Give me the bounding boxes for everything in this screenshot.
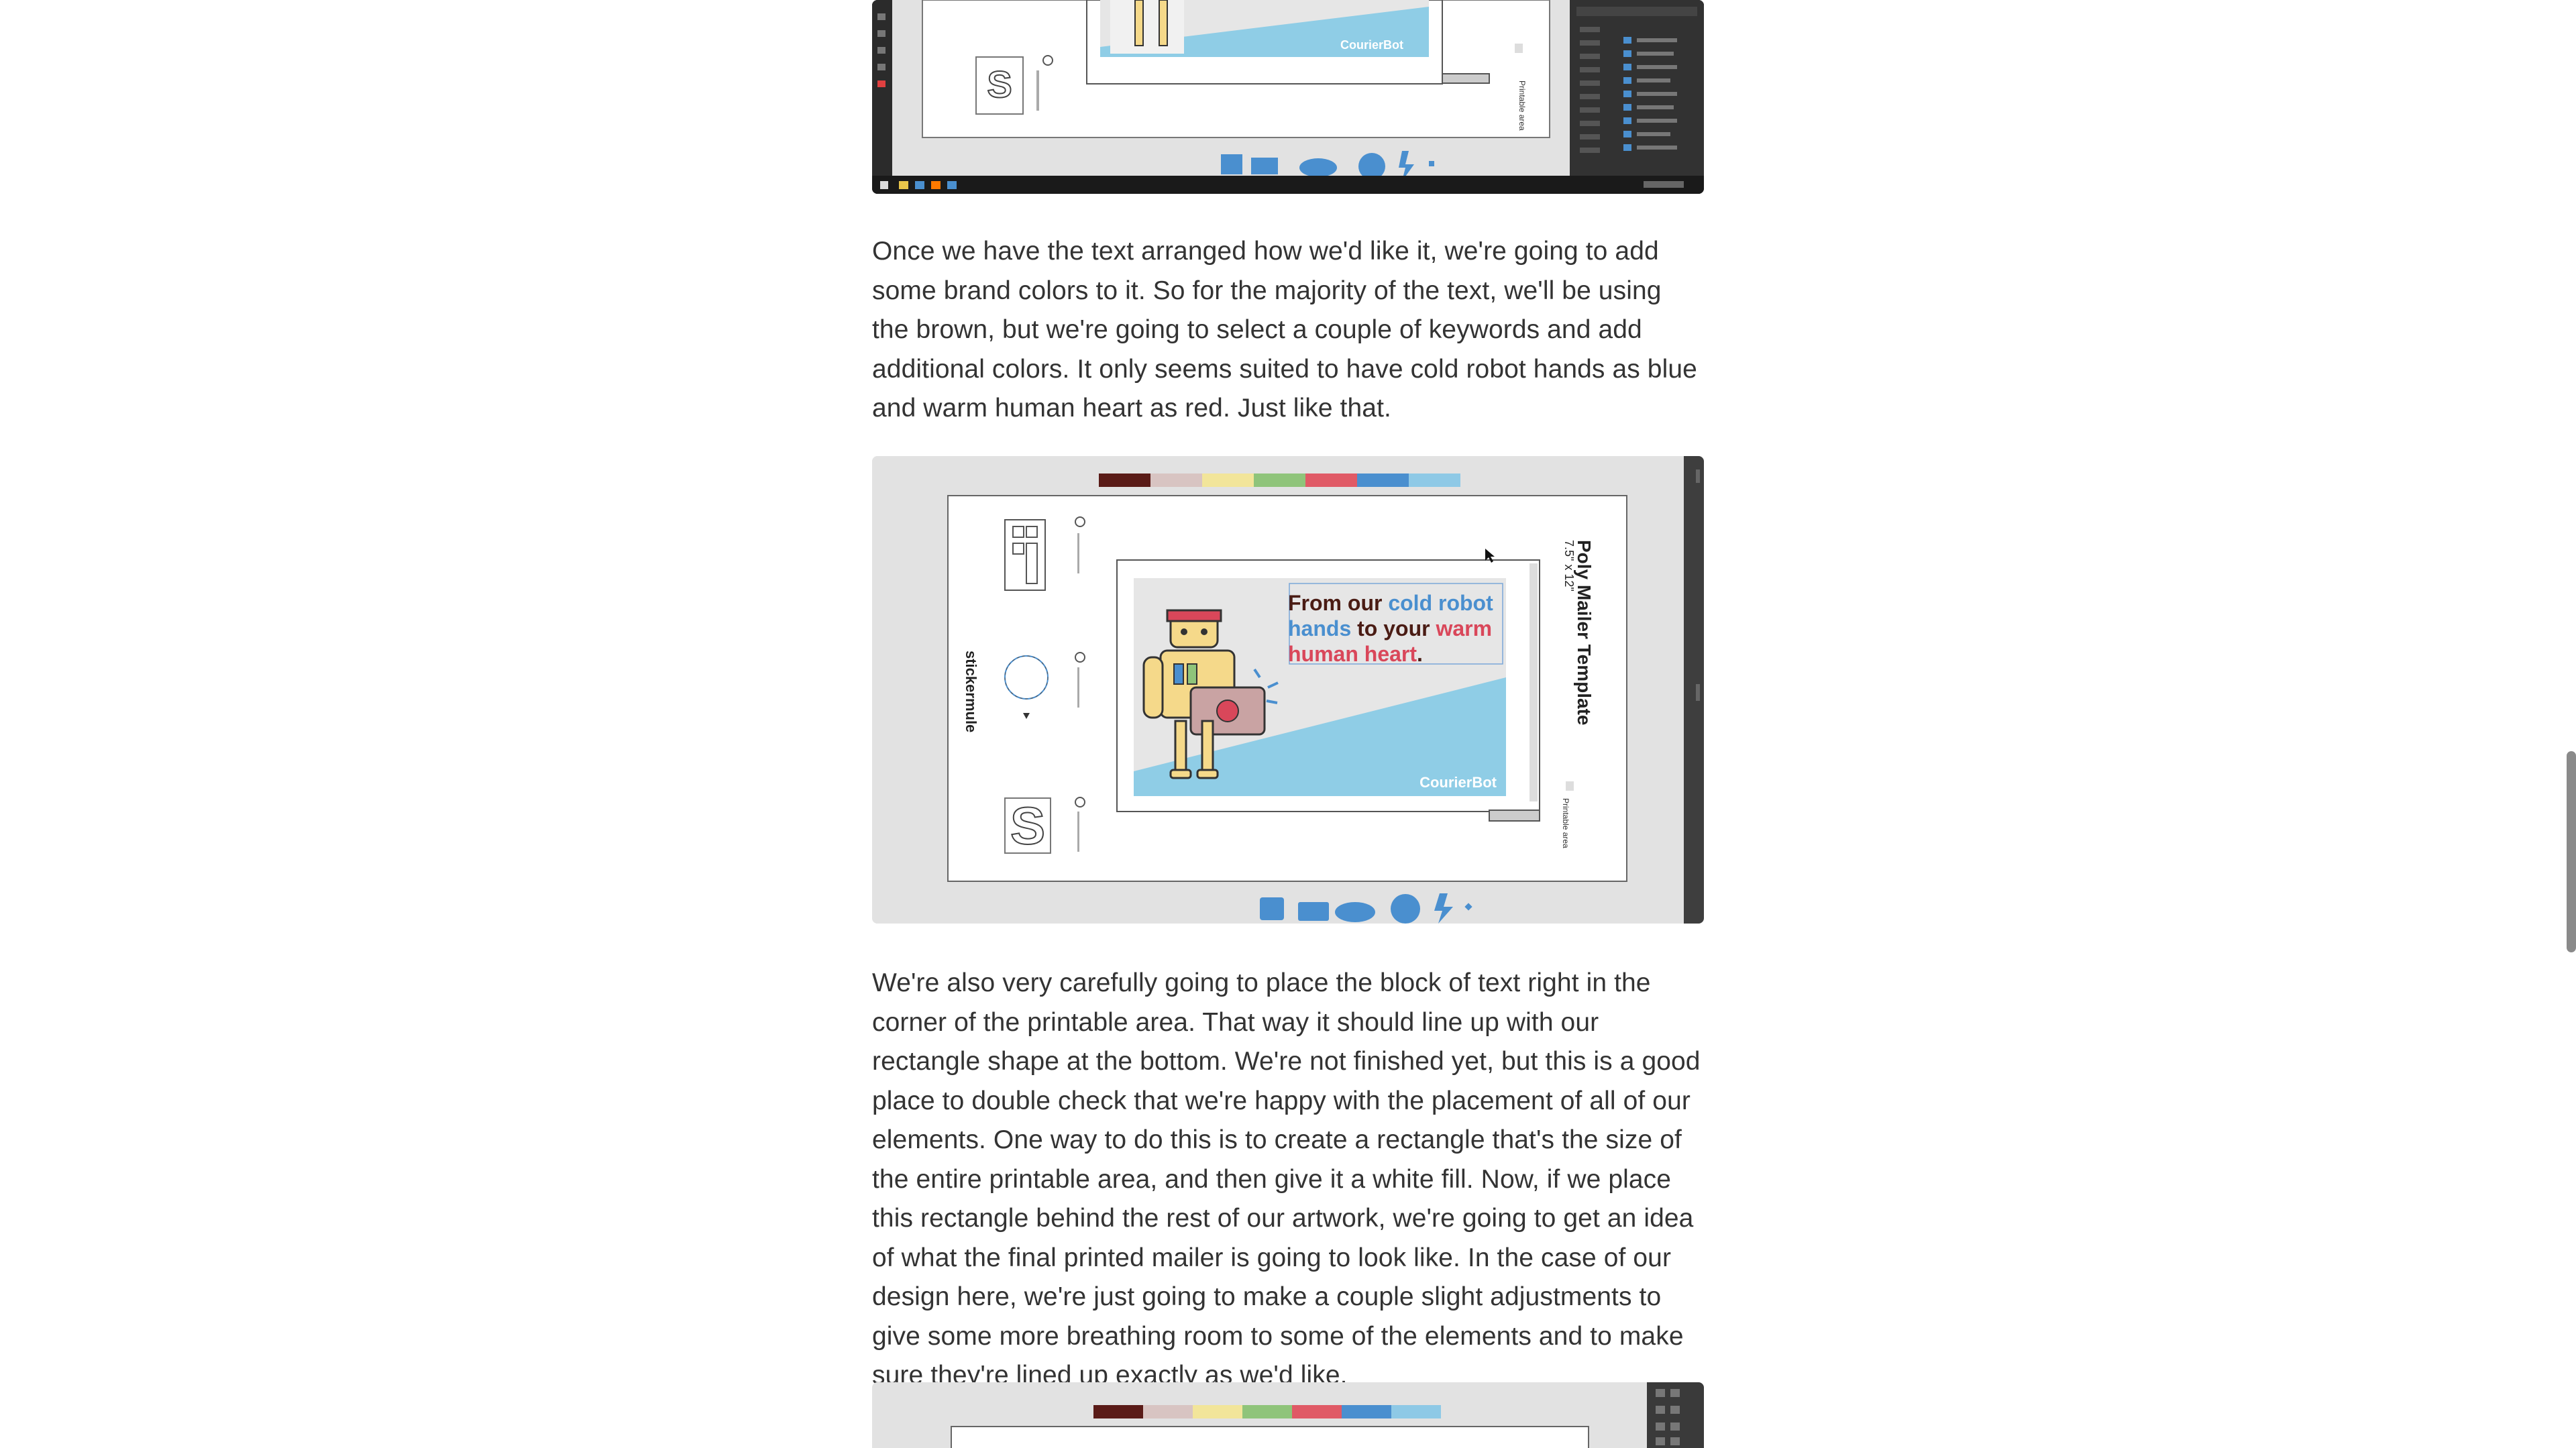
palette-swatch (1305, 474, 1357, 487)
screenshot-2-brand-label: CourierBot (1419, 774, 1497, 791)
mailer-text-blue-2: hands (1288, 616, 1351, 641)
screenshot-1-brand-label: CourierBot (1340, 38, 1403, 52)
color-palette-swatches (1099, 474, 1460, 487)
palette-swatch (1292, 1405, 1342, 1418)
palette-swatch (1254, 474, 1305, 487)
mailer-text-1: From our (1288, 591, 1388, 615)
stickermule-logo: stickermule (963, 651, 979, 732)
article-paragraph-1: Once we have the text arranged how we'd … (872, 237, 1697, 423)
palette-swatch (1391, 1405, 1441, 1418)
svg-text:From our cold robot: From our cold robot (1288, 591, 1493, 615)
screenshot-poly-mailer-template: stickermule S CourierBot From our cold r… (872, 456, 1704, 924)
mailer-text-3: . (1417, 642, 1423, 666)
mailer-text-2: to your (1351, 616, 1436, 641)
palette-swatch (1242, 1405, 1292, 1418)
palette-swatch (1150, 474, 1202, 487)
palette-swatch (1409, 474, 1460, 487)
svg-text:hands to your warm: hands to your warm (1288, 616, 1492, 641)
screenshot-1-art: CourierBot S Printable area (872, 0, 1704, 194)
mailer-text-red-1: warm (1435, 616, 1492, 641)
svg-text:S: S (1010, 796, 1045, 855)
palette-swatch (1143, 1405, 1193, 1418)
article-paragraph-2: We're also very carefully going to place… (872, 968, 1701, 1390)
template-title: Poly Mailer Template (1574, 540, 1595, 725)
palette-swatch (1357, 474, 1409, 487)
palette-swatch (1099, 474, 1150, 487)
mailer-text-red-2: human heart (1288, 642, 1417, 666)
template-size: 7.5" x 12" (1562, 540, 1576, 592)
mailer-text-blue-1: cold robot (1388, 591, 1493, 615)
screenshot-illustrator-bottom (872, 1382, 1704, 1448)
screenshot-2-art: stickermule S CourierBot From our cold r… (872, 456, 1704, 924)
svg-text:S: S (987, 63, 1012, 105)
screenshot-3-art (872, 1382, 1704, 1448)
palette-swatch (1193, 1405, 1242, 1418)
screenshot-2-side-label: Printable area (1561, 798, 1570, 848)
page-scrollbar-thumb[interactable] (2567, 751, 2576, 952)
screenshot-1-side-label: Printable area (1517, 80, 1527, 131)
color-palette-swatches-bottom (1093, 1405, 1441, 1418)
palette-swatch (1202, 474, 1254, 487)
svg-text:human heart.: human heart. (1288, 642, 1423, 666)
palette-swatch (1342, 1405, 1391, 1418)
screenshot-illustrator-top: CourierBot S Printable area (872, 0, 1704, 194)
palette-swatch (1093, 1405, 1143, 1418)
